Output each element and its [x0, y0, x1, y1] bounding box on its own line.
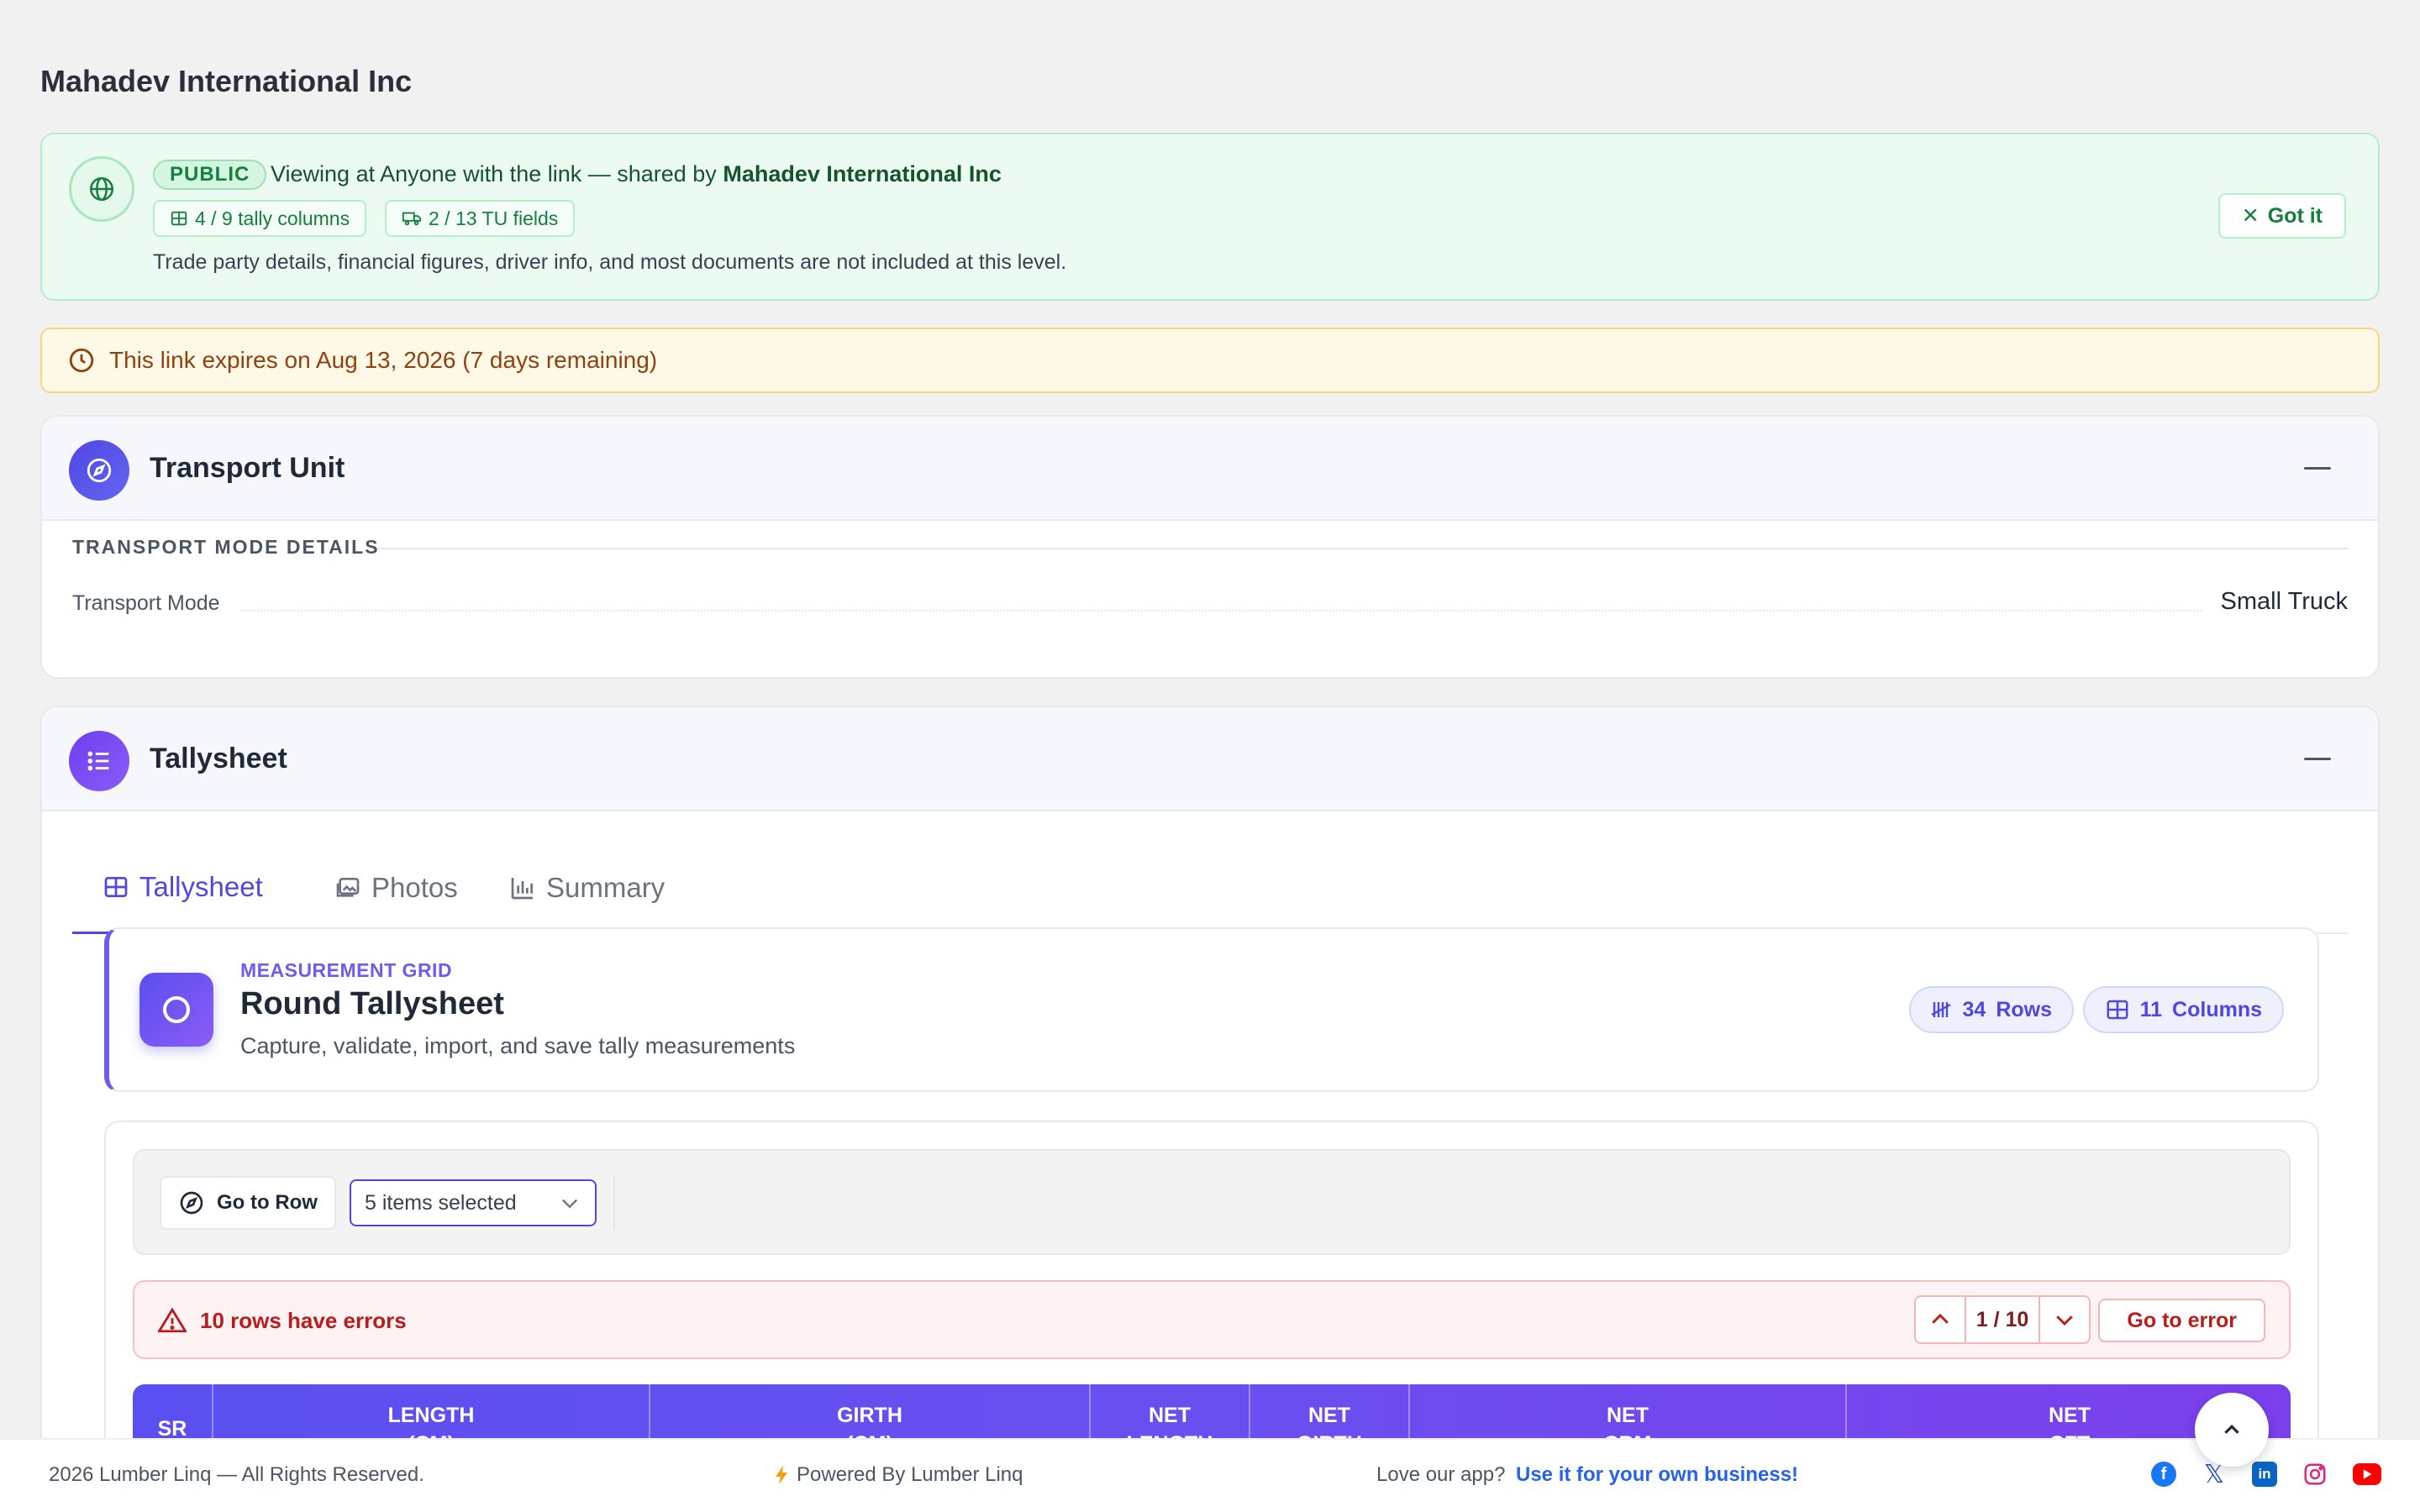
measurement-grid-kicker: MEASUREMENT GRID	[240, 959, 453, 981]
rows-label: Rows	[1996, 997, 2052, 1021]
page: Mahadev International Inc PUBLIC Viewing…	[0, 0, 2420, 1512]
tab-tallysheet-label: Tallysheet	[139, 870, 263, 902]
footer-copyright: 2026 Lumber Linq — All Rights Reserved.	[49, 1463, 424, 1486]
got-it-label: Got it	[2267, 203, 2323, 228]
error-summary-bar: 10 rows have errors 1 / 10 Go to error	[133, 1280, 2291, 1359]
error-navigator: 1 / 10	[1914, 1295, 2091, 1344]
columns-label: Columns	[2172, 997, 2262, 1021]
go-to-error-button[interactable]: Go to error	[2098, 1299, 2265, 1342]
social-links: f 𝕏 in	[2151, 1461, 2381, 1488]
compass-icon	[180, 1191, 203, 1215]
transport-unit-header[interactable]: Transport Unit	[42, 417, 2378, 521]
column-girth-line1: GIRTH	[837, 1404, 902, 1427]
globe-icon	[69, 156, 134, 222]
instagram-icon[interactable]	[2302, 1462, 2328, 1487]
tab-photos-label: Photos	[371, 872, 458, 903]
tab-summary-label: Summary	[546, 872, 666, 903]
linkedin-icon[interactable]: in	[2252, 1462, 2277, 1487]
next-error-button[interactable]	[2040, 1297, 2089, 1342]
clock-icon	[69, 348, 94, 373]
tally-columns-text: 4 / 9 tally columns	[195, 207, 350, 229]
tab-summary[interactable]: Summary	[509, 842, 665, 934]
error-count-text: 10 rows have errors	[200, 1307, 407, 1333]
compass-icon	[69, 440, 129, 501]
powered-by-text: Powered By Lumber Linq	[797, 1463, 1023, 1486]
bar-chart-icon	[511, 878, 533, 900]
field-leader-dots	[240, 610, 2202, 612]
column-multiselect[interactable]: 5 items selected	[350, 1179, 597, 1226]
transport-unit-title: Transport Unit	[150, 452, 345, 484]
bolt-icon	[776, 1466, 787, 1484]
round-log-icon	[139, 973, 213, 1047]
expiry-banner: This link expires on Aug 13, 2026 (7 day…	[40, 328, 2380, 393]
chevron-up-icon	[2224, 1424, 2239, 1434]
youtube-icon[interactable]	[2353, 1463, 2381, 1485]
footer-cta-link[interactable]: Use it for your own business!	[1516, 1463, 1798, 1487]
error-position: 1 / 10	[1965, 1297, 2040, 1342]
rows-count-badge: 34 Rows	[1908, 986, 2074, 1033]
previous-error-button[interactable]	[1916, 1297, 1965, 1342]
table-icon	[104, 876, 128, 897]
chevron-down-icon	[2056, 1315, 2073, 1326]
tallysheet-title: Tallysheet	[150, 743, 287, 774]
error-summary: 10 rows have errors	[158, 1307, 407, 1334]
go-to-row-label: Go to Row	[217, 1191, 318, 1214]
access-note: Trade party details, financial figures, …	[153, 250, 1067, 274]
footer: 2026 Lumber Linq — All Rights Reserved. …	[0, 1438, 2420, 1512]
columns-count-badge: 11 Columns	[2082, 986, 2284, 1033]
public-badge: PUBLIC	[153, 160, 267, 190]
measurement-grid-title: Round Tallysheet	[240, 986, 504, 1021]
public-access-banner: PUBLIC Viewing at Anyone with the link —…	[40, 133, 2380, 301]
grid-toolbar: Go to Row 5 items selected	[133, 1149, 2291, 1255]
warning-icon	[158, 1307, 187, 1333]
table-icon	[171, 211, 187, 226]
toolbar-divider	[613, 1176, 615, 1230]
tallysheet-tabs: Tallysheet Photos Summary	[72, 842, 2348, 934]
scroll-to-top-button[interactable]	[2195, 1393, 2269, 1467]
facebook-icon[interactable]: f	[2151, 1462, 2176, 1487]
transport-mode-label: Transport Mode	[72, 591, 220, 615]
tally-marks-icon	[1930, 1002, 1951, 1017]
expiry-text: This link expires on Aug 13, 2026 (7 day…	[109, 347, 658, 373]
tallysheet-header[interactable]: Tallysheet	[42, 707, 2378, 811]
got-it-button[interactable]: ✕ Got it	[2217, 193, 2346, 239]
footer-powered-by: Powered By Lumber Linq	[773, 1463, 1023, 1487]
column-net-cbm-line1: NET	[1607, 1404, 1649, 1427]
column-net-length-line1: NET	[1149, 1404, 1191, 1427]
rows-count: 34	[1962, 997, 1986, 1021]
transport-mode-section-label: TRANSPORT MODE DETAILS	[72, 536, 380, 558]
tu-fields-text: 2 / 13 TU fields	[429, 207, 559, 229]
tally-columns-chip: 4 / 9 tally columns	[153, 200, 367, 237]
columns-count: 11	[2139, 997, 2163, 1021]
close-icon: ✕	[2241, 204, 2260, 228]
photos-icon	[336, 878, 360, 897]
column-net-girth-line1: NET	[1308, 1404, 1350, 1427]
tu-fields-chip: 2 / 13 TU fields	[385, 200, 576, 237]
transport-unit-card: Transport Unit TRANSPORT MODE DETAILS Tr…	[40, 415, 2380, 679]
collapse-transport-button[interactable]	[2304, 467, 2331, 470]
tab-tallysheet[interactable]: Tallysheet	[72, 842, 293, 934]
viewing-text: Viewing at Anyone with the link — shared…	[271, 161, 1002, 187]
truck-icon	[402, 212, 422, 226]
section-divider	[378, 548, 2348, 549]
transport-mode-value: Small Truck	[2220, 588, 2348, 615]
multiselect-value: 5 items selected	[365, 1190, 517, 1215]
column-length-line1: LENGTH	[387, 1404, 475, 1427]
list-icon	[69, 731, 129, 791]
viewing-prefix: Viewing at Anyone with the link — shared…	[271, 161, 717, 186]
go-to-row-button[interactable]: Go to Row	[160, 1176, 336, 1230]
measurement-grid-card: MEASUREMENT GRID Round Tallysheet Captur…	[104, 927, 2319, 1092]
table-icon	[2107, 1000, 2128, 1020]
collapse-tallysheet-button[interactable]	[2304, 758, 2331, 760]
footer-love-text: Love our app?	[1376, 1463, 1506, 1486]
tallysheet-card: Tallysheet Tallysheet Photos Summary MEA…	[40, 706, 2380, 1512]
shared-by: Mahadev International Inc	[723, 161, 1002, 186]
chevron-up-icon	[1932, 1313, 1949, 1324]
tab-photos[interactable]: Photos	[334, 842, 458, 934]
chevron-down-icon	[562, 1199, 577, 1209]
measurement-grid-subtitle: Capture, validate, import, and save tall…	[240, 1033, 796, 1058]
company-title: Mahadev International Inc	[40, 64, 413, 98]
